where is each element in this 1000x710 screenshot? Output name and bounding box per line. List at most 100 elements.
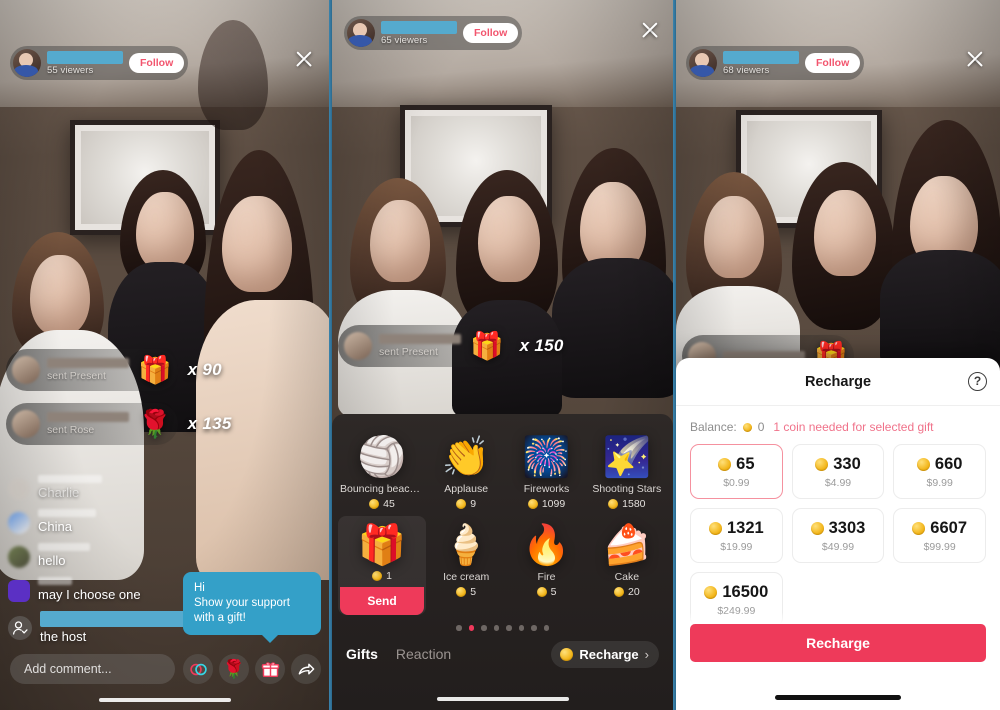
- share-icon[interactable]: [291, 654, 321, 684]
- chat-message: China: [8, 509, 258, 535]
- package-price: $4.99: [824, 476, 852, 489]
- coin-icon: [608, 499, 619, 509]
- chat-username-redacted: [38, 577, 72, 585]
- coin-package[interactable]: 16500 $249.99: [690, 572, 783, 627]
- present-icon: 🎁: [470, 330, 504, 361]
- close-icon[interactable]: [293, 48, 315, 70]
- gift-name: Fireworks: [523, 483, 570, 495]
- gift-item[interactable]: 🎆 Fireworks 1099: [506, 428, 586, 516]
- gift-item[interactable]: 🍰 Cake 20: [587, 516, 667, 615]
- gift-price: 9: [470, 498, 477, 510]
- coin-package[interactable]: 330 $4.99: [791, 444, 885, 499]
- comment-input[interactable]: Add comment...: [10, 654, 175, 684]
- home-indicator: [436, 697, 569, 701]
- effects-icon[interactable]: [183, 654, 213, 684]
- package-price: $249.99: [717, 604, 756, 617]
- recharge-chip-label: Recharge: [579, 646, 639, 662]
- avatar: [8, 546, 30, 568]
- rose-icon[interactable]: 🌹: [219, 654, 249, 684]
- host-avatar[interactable]: [689, 49, 717, 77]
- cake-icon: 🍰: [602, 524, 652, 567]
- gift-item[interactable]: 🔥 Fire 5: [506, 516, 586, 615]
- gift-action-text: sent Present: [47, 370, 106, 382]
- gift-price: 20: [627, 586, 640, 598]
- coin-icon: [456, 499, 467, 509]
- host-info-bar[interactable]: 65 viewers Follow: [344, 16, 523, 50]
- follow-button[interactable]: Follow: [805, 53, 861, 73]
- package-price: $49.99: [821, 540, 855, 553]
- avatar: [8, 512, 30, 534]
- host-avatar[interactable]: [13, 49, 41, 77]
- applause-icon: 👏: [441, 436, 491, 479]
- gift-item[interactable]: 🌠 Shooting Stars 1580: [587, 428, 667, 516]
- gift-name: Bouncing beach voll...: [340, 483, 424, 495]
- balance-value: 0: [757, 420, 765, 434]
- gift-item[interactable]: 🏐 Bouncing beach voll... 45: [338, 428, 426, 516]
- present-icon: 🎁: [357, 524, 407, 567]
- recharge-chip-button[interactable]: Recharge ›: [551, 640, 659, 668]
- gift-price: 1: [386, 570, 392, 582]
- gift-action-text: sent Rose: [47, 424, 95, 436]
- page-dot[interactable]: [493, 625, 499, 631]
- coin-package-selected[interactable]: 65 $0.99: [690, 444, 783, 499]
- chat-text: China: [38, 519, 72, 534]
- gift-price: 5: [550, 586, 557, 598]
- follow-person-icon: [8, 615, 32, 640]
- sender-avatar: [12, 356, 40, 384]
- follow-button[interactable]: Follow: [463, 23, 519, 43]
- host-info-bar[interactable]: 68 viewers Follow: [686, 46, 865, 80]
- gift-item-selected[interactable]: 🎁 1 Send: [338, 516, 426, 615]
- chat-text: hello: [38, 553, 66, 568]
- host-info-bar[interactable]: 55 viewers Follow: [10, 46, 189, 80]
- avatar: [8, 478, 30, 500]
- sender-name-redacted: [379, 334, 461, 344]
- gift-grid: 🏐 Bouncing beach voll... 45 👏 Applause 9…: [332, 424, 673, 615]
- question-mark-icon[interactable]: ?: [968, 372, 987, 391]
- gift-tooltip: Hi Show your support with a gift!: [183, 572, 321, 643]
- coin-package[interactable]: 3303 $49.99: [791, 508, 885, 563]
- balance-row: Balance: 0 1 coin needed for selected gi…: [676, 406, 1000, 442]
- coin-icon: [718, 457, 732, 471]
- sender-avatar: [344, 332, 372, 360]
- send-gift-button[interactable]: Send: [340, 587, 424, 615]
- fireworks-icon: 🎆: [522, 436, 571, 479]
- page-dot[interactable]: [531, 625, 537, 631]
- home-indicator: [775, 695, 901, 700]
- package-coins: 65: [736, 454, 755, 473]
- page-dot[interactable]: [518, 625, 524, 631]
- ice-cream-icon: 🍦: [441, 524, 491, 567]
- host-name-redacted: [47, 50, 123, 64]
- tab-reaction[interactable]: Reaction: [396, 646, 451, 662]
- tab-gifts[interactable]: Gifts: [346, 646, 378, 662]
- follow-button[interactable]: Follow: [129, 53, 185, 73]
- avatar: [8, 580, 30, 602]
- close-icon[interactable]: [639, 19, 661, 41]
- page-dot[interactable]: [506, 625, 512, 631]
- close-icon[interactable]: [964, 48, 986, 70]
- gift-icon[interactable]: [255, 654, 285, 684]
- gift-notification-feed: sent Present 🎁 x 90 sent Rose 🌹 x 135: [6, 348, 232, 456]
- recharge-button[interactable]: Recharge: [690, 624, 986, 662]
- gift-price: 5: [470, 586, 477, 598]
- panel-gift-drawer: 65 viewers Follow sent Present 🎁 x 150 🏐…: [332, 0, 673, 710]
- coin-package[interactable]: 660 $9.99: [893, 444, 986, 499]
- coin-package[interactable]: 1321 $19.99: [690, 508, 783, 563]
- host-avatar[interactable]: [347, 19, 375, 47]
- package-price: $9.99: [926, 476, 953, 489]
- gift-item[interactable]: 👏 Applause 9: [426, 428, 506, 516]
- page-dot[interactable]: [456, 625, 462, 631]
- panel-recharge-sheet: 68 viewers Follow 🎁 Recharge ? Balance: …: [676, 0, 1000, 710]
- beach-volleyball-icon: 🏐: [357, 436, 407, 479]
- page-dot[interactable]: [543, 625, 549, 631]
- present-icon: 🎁: [138, 354, 172, 385]
- page-dot[interactable]: [481, 625, 487, 631]
- coin-icon: [372, 571, 383, 581]
- gift-selection-drawer: 🏐 Bouncing beach voll... 45 👏 Applause 9…: [332, 414, 673, 710]
- coin-icon: [613, 587, 624, 597]
- gift-item[interactable]: 🍦 Ice cream 5: [426, 516, 506, 615]
- recharge-title: Recharge: [804, 373, 872, 390]
- page-dot-active[interactable]: [468, 625, 474, 631]
- coin-package[interactable]: 6607 $99.99: [893, 508, 986, 563]
- package-coins: 6607: [930, 518, 968, 537]
- coin-icon: [369, 499, 380, 509]
